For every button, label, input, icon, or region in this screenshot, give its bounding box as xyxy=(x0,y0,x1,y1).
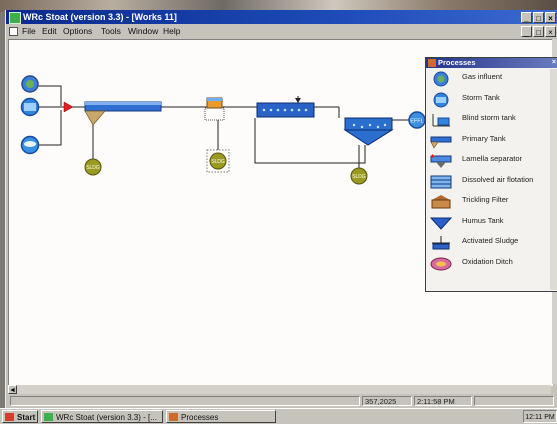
status-coordinates: 357,2025 xyxy=(362,396,412,406)
effluent-label: EFFL xyxy=(410,119,423,125)
task-stoat[interactable]: WRc Stoat (version 3.3) - [... xyxy=(41,410,163,423)
minimize-button[interactable]: _ xyxy=(521,12,532,23)
mixing-arrow-icon[interactable] xyxy=(63,101,74,113)
system-tray-clock: 12:11 PM xyxy=(523,410,557,423)
status-time: 2:11:58 PM xyxy=(414,396,472,406)
close-button[interactable]: × xyxy=(545,12,556,23)
primary-tank-surface xyxy=(85,102,161,105)
process-item-storm-tank[interactable]: Storm Tank xyxy=(426,90,548,111)
document-icon[interactable] xyxy=(9,27,18,36)
status-bar: 357,2025 2:11:58 PM xyxy=(6,395,557,407)
trickling-filter-top xyxy=(207,98,222,101)
primary-tank-hopper xyxy=(84,110,106,126)
document-restore-button[interactable]: □ xyxy=(533,26,544,37)
document-minimize-button[interactable]: _ xyxy=(521,26,532,37)
blind-storm-core xyxy=(24,141,36,147)
menu-help[interactable]: Help xyxy=(163,25,180,38)
menu-file[interactable]: File xyxy=(22,25,36,38)
window-title: WRc Stoat (version 3.3) - [Works 11] xyxy=(23,12,177,22)
process-label: Oxidation Ditch xyxy=(462,256,513,266)
windows-logo-icon xyxy=(5,413,14,421)
process-label: Humus Tank xyxy=(462,215,504,225)
task-processes-label: Processes xyxy=(181,413,219,422)
settler-sludge-label: SLDG xyxy=(352,174,366,180)
process-label: Lamella separator xyxy=(462,154,523,163)
status-message xyxy=(10,396,360,406)
menu-tools[interactable]: Tools xyxy=(101,25,121,38)
air-arrow-icon xyxy=(295,98,301,103)
stoat-task-icon xyxy=(44,413,53,421)
start-label: Start xyxy=(17,413,36,422)
dissolved-air-flotation-icon xyxy=(430,175,452,188)
document-controls: _ □ × xyxy=(520,26,556,39)
primary-sludge-label: SLDG xyxy=(86,165,100,171)
process-label: Trickling Filter xyxy=(462,195,509,204)
process-list: Gas influent Storm Tank Blind storm tank… xyxy=(426,69,548,274)
palette-close-button[interactable]: × xyxy=(552,58,556,68)
document-close-button[interactable]: × xyxy=(545,26,556,37)
final-settler-cone xyxy=(343,129,394,146)
palette-title: Processes xyxy=(438,58,476,67)
palette-scrollbar[interactable] xyxy=(550,69,557,290)
blind-storm-tank-icon xyxy=(432,114,450,127)
process-label: Gas influent xyxy=(462,72,503,81)
process-item-lamella-separator[interactable]: Lamella separator xyxy=(426,151,548,172)
menu-bar: File Edit Options Tools Window Help _ □ × xyxy=(6,25,557,38)
maximize-button[interactable]: □ xyxy=(533,12,544,23)
storm-tank-icon xyxy=(433,92,449,107)
process-label: Activated Sludge xyxy=(462,236,519,245)
primary-tank-icon xyxy=(430,136,452,149)
processes-task-icon xyxy=(169,413,178,421)
gas-influent-core xyxy=(26,80,34,88)
lamella-separator-icon xyxy=(430,154,452,168)
oxidation-ditch-icon xyxy=(430,257,452,270)
process-item-primary-tank[interactable]: Primary Tank xyxy=(426,131,548,152)
palette-app-icon xyxy=(428,59,436,67)
menu-edit[interactable]: Edit xyxy=(42,25,57,38)
trickling-filter-base xyxy=(204,107,225,121)
scroll-left-button[interactable]: ◄ xyxy=(8,385,17,394)
humus-tank-icon xyxy=(430,217,452,230)
pipe-blind-storm xyxy=(37,110,62,146)
process-item-trickling-filter[interactable]: Trickling Filter xyxy=(426,192,548,213)
process-item-activated-sludge[interactable]: Activated Sludge xyxy=(426,233,548,254)
process-item-humus-tank[interactable]: Humus Tank xyxy=(426,213,548,234)
process-item-oxidation-ditch[interactable]: Oxidation Ditch xyxy=(426,254,548,275)
storm-tank-core xyxy=(24,103,36,111)
task-processes[interactable]: Processes xyxy=(166,410,276,423)
process-item-dissolved-air-flotation[interactable]: Dissolved air flotation xyxy=(426,172,548,193)
pipe-gas-influent xyxy=(37,85,62,106)
process-label: Dissolved air flotation xyxy=(462,174,534,184)
status-extra xyxy=(474,396,554,406)
palette-title-bar[interactable]: Processes × xyxy=(426,58,557,68)
menu-options[interactable]: Options xyxy=(63,25,92,38)
activated-sludge-icon xyxy=(432,236,450,250)
gas-influent-icon xyxy=(433,71,449,87)
process-label: Primary Tank xyxy=(462,133,506,143)
process-label: Storm Tank xyxy=(462,92,500,102)
process-item-blind-storm-tank[interactable]: Blind storm tank xyxy=(426,110,548,131)
window-controls: _ □ × xyxy=(520,11,556,25)
processes-palette[interactable]: Processes × Gas influent Storm Tank Blin… xyxy=(425,57,557,292)
filter-sludge-label: SLDG xyxy=(211,159,225,165)
app-icon[interactable] xyxy=(9,12,21,24)
horizontal-scrollbar[interactable]: ◄ xyxy=(8,385,551,394)
start-button[interactable]: Start xyxy=(2,410,38,423)
task-stoat-label: WRc Stoat (version 3.3) - [... xyxy=(56,413,157,422)
process-label: Blind storm tank xyxy=(462,113,516,122)
trickling-filter-icon xyxy=(431,195,451,209)
title-bar[interactable]: WRc Stoat (version 3.3) - [Works 11] _ □ × xyxy=(6,10,557,24)
taskbar: Start WRc Stoat (version 3.3) - [... Pro… xyxy=(0,408,557,424)
process-item-gas-influent[interactable]: Gas influent xyxy=(426,69,548,90)
menu-window[interactable]: Window xyxy=(128,25,158,38)
